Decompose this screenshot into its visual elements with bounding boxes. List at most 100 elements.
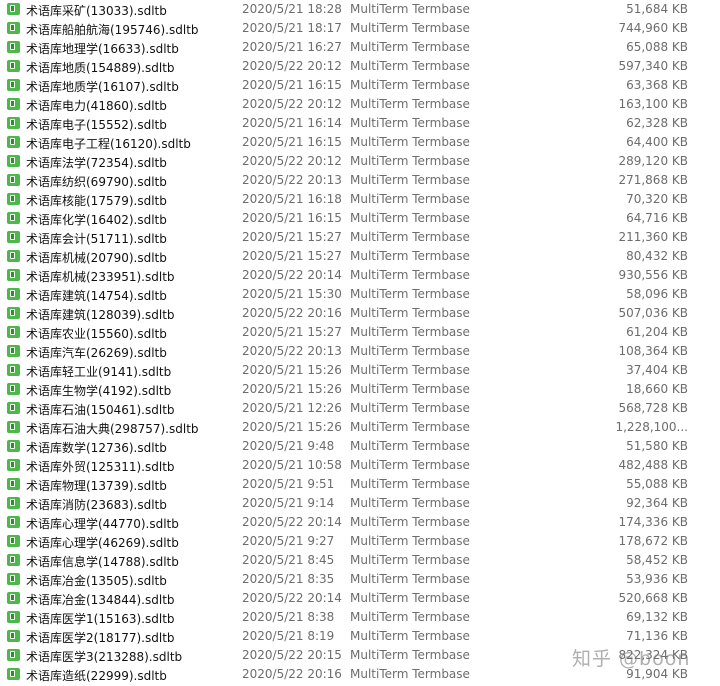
file-size: 55,088 KB	[626, 477, 688, 491]
file-size: 18,660 KB	[626, 382, 688, 396]
file-size: 80,432 KB	[626, 249, 688, 263]
file-row[interactable]: 术语库数学(12736).sdltb 2020/5/21 9:48 MultiTer…	[0, 437, 720, 456]
file-size: 64,400 KB	[626, 135, 688, 149]
file-name: 术语库电力(41860).sdltb	[26, 99, 167, 113]
file-name: 术语库电子(15552).sdltb	[26, 118, 167, 132]
file-row[interactable]: 术语库电子(15552).sdltb 2020/5/21 16:14 MultiTe…	[0, 114, 720, 133]
file-size: 568,728 KB	[618, 401, 688, 415]
file-row[interactable]: 术语库汽车(26269).sdltb 2020/5/22 20:13 MultiTe…	[0, 342, 720, 361]
file-size: 58,452 KB	[626, 553, 688, 567]
file-type: MultiTerm Termbase	[350, 420, 470, 434]
file-date-modified: 2020/5/22 20:15	[242, 648, 342, 662]
file-row[interactable]: 术语库核能(17579).sdltb 2020/5/21 16:18 MultiTe…	[0, 190, 720, 209]
termbase-file-icon	[7, 3, 20, 15]
file-type: MultiTerm Termbase	[350, 458, 470, 472]
file-row[interactable]: 术语库机械(20790).sdltb 2020/5/21 15:27 MultiTe…	[0, 247, 720, 266]
file-type: MultiTerm Termbase	[350, 40, 470, 54]
file-row[interactable]: 术语库船舶航海(195746).sdltb 2020/5/21 18:17 Mult…	[0, 19, 720, 38]
file-size: 174,336 KB	[618, 515, 688, 529]
file-type: MultiTerm Termbase	[350, 515, 470, 529]
file-type: MultiTerm Termbase	[350, 211, 470, 225]
file-date-modified: 2020/5/22 20:13	[242, 344, 342, 358]
file-row[interactable]: 术语库法学(72354).sdltb 2020/5/22 20:12 MultiTe…	[0, 152, 720, 171]
file-date-modified: 2020/5/22 20:13	[242, 173, 342, 187]
file-size: 65,088 KB	[626, 40, 688, 54]
file-type: MultiTerm Termbase	[350, 439, 470, 453]
file-row[interactable]: 术语库机械(233951).sdltb 2020/5/22 20:14 MultiT…	[0, 266, 720, 285]
file-date-modified: 2020/5/22 20:12	[242, 154, 342, 168]
file-row[interactable]: 术语库物理(13739).sdltb 2020/5/21 9:51 MultiTer…	[0, 475, 720, 494]
file-row[interactable]: 术语库冶金(13505).sdltb 2020/5/21 8:35 MultiTer…	[0, 570, 720, 589]
termbase-file-icon	[7, 440, 20, 452]
file-name: 术语库医学2(18177).sdltb	[26, 631, 175, 645]
file-name: 术语库冶金(134844).sdltb	[26, 593, 175, 607]
termbase-file-icon	[7, 345, 20, 357]
file-row[interactable]: 术语库地理学(16633).sdltb 2020/5/21 16:27 MultiT…	[0, 38, 720, 57]
file-name: 术语库信息学(14788).sdltb	[26, 555, 179, 569]
file-row[interactable]: 术语库电子工程(16120).sdltb 2020/5/21 16:15 Multi…	[0, 133, 720, 152]
file-type: MultiTerm Termbase	[350, 268, 470, 282]
file-row[interactable]: 术语库消防(23683).sdltb 2020/5/21 9:14 MultiTer…	[0, 494, 720, 513]
file-size: 53,936 KB	[626, 572, 688, 586]
file-row[interactable]: 术语库冶金(134844).sdltb 2020/5/22 20:14 MultiT…	[0, 589, 720, 608]
file-date-modified: 2020/5/21 18:17	[242, 21, 342, 35]
file-row[interactable]: 术语库石油(150461).sdltb 2020/5/21 12:26 MultiT…	[0, 399, 720, 418]
file-name: 术语库船舶航海(195746).sdltb	[26, 23, 199, 37]
file-row[interactable]: 术语库农业(15560).sdltb 2020/5/21 15:27 MultiTe…	[0, 323, 720, 342]
termbase-file-icon	[7, 136, 20, 148]
file-date-modified: 2020/5/22 20:14	[242, 591, 342, 605]
termbase-file-icon	[7, 421, 20, 433]
termbase-file-icon	[7, 193, 20, 205]
file-row[interactable]: 术语库纺织(69790).sdltb 2020/5/22 20:13 MultiTe…	[0, 171, 720, 190]
file-row[interactable]: 术语库会计(51711).sdltb 2020/5/21 15:27 MultiTe…	[0, 228, 720, 247]
file-row[interactable]: 术语库石油大典(298757).sdltb 2020/5/21 15:26 Mult…	[0, 418, 720, 437]
file-row[interactable]: 术语库采矿(13033).sdltb 2020/5/21 18:28 MultiTe…	[0, 0, 720, 19]
termbase-file-icon	[7, 554, 20, 566]
termbase-file-icon	[7, 41, 20, 53]
file-row[interactable]: 术语库建筑(14754).sdltb 2020/5/21 15:30 MultiTe…	[0, 285, 720, 304]
file-name: 术语库石油大典(298757).sdltb	[26, 422, 199, 436]
file-type: MultiTerm Termbase	[350, 249, 470, 263]
termbase-file-icon	[7, 307, 20, 319]
file-row[interactable]: 术语库地质(154889).sdltb 2020/5/22 20:12 MultiT…	[0, 57, 720, 76]
file-date-modified: 2020/5/21 15:26	[242, 420, 342, 434]
file-size: 37,404 KB	[626, 363, 688, 377]
file-name: 术语库医学3(213288).sdltb	[26, 650, 183, 664]
file-row[interactable]: 术语库外贸(125311).sdltb 2020/5/21 10:58 MultiT…	[0, 456, 720, 475]
watermark: 知乎 @boon	[572, 648, 691, 670]
file-row[interactable]: 术语库心理学(46269).sdltb 2020/5/21 9:27 MultiTe…	[0, 532, 720, 551]
file-row[interactable]: 术语库化学(16402).sdltb 2020/5/21 16:15 MultiTe…	[0, 209, 720, 228]
file-name: 术语库心理学(46269).sdltb	[26, 536, 179, 550]
file-size: 92,364 KB	[626, 496, 688, 510]
termbase-file-icon	[7, 630, 20, 642]
file-type: MultiTerm Termbase	[350, 325, 470, 339]
file-date-modified: 2020/5/21 12:26	[242, 401, 342, 415]
file-date-modified: 2020/5/22 20:12	[242, 59, 342, 73]
termbase-file-icon	[7, 383, 20, 395]
termbase-file-icon	[7, 402, 20, 414]
file-row[interactable]: 术语库电力(41860).sdltb 2020/5/22 20:12 MultiTe…	[0, 95, 720, 114]
file-type: MultiTerm Termbase	[350, 135, 470, 149]
termbase-file-icon	[7, 649, 20, 661]
file-name: 术语库冶金(13505).sdltb	[26, 574, 167, 588]
termbase-file-icon	[7, 592, 20, 604]
file-row[interactable]: 术语库医学1(15163).sdltb 2020/5/21 8:38 MultiTe…	[0, 608, 720, 627]
file-size: 51,580 KB	[626, 439, 688, 453]
file-row[interactable]: 术语库生物学(4192).sdltb 2020/5/21 15:26 MultiTe…	[0, 380, 720, 399]
file-type: MultiTerm Termbase	[350, 344, 470, 358]
file-date-modified: 2020/5/21 15:30	[242, 287, 342, 301]
file-row[interactable]: 术语库心理学(44770).sdltb 2020/5/22 20:14 MultiT…	[0, 513, 720, 532]
file-row[interactable]: 术语库建筑(128039).sdltb 2020/5/22 20:16 MultiT…	[0, 304, 720, 323]
file-row[interactable]: 术语库地质学(16107).sdltb 2020/5/21 16:15 MultiT…	[0, 76, 720, 95]
file-size: 163,100 KB	[618, 97, 688, 111]
file-name: 术语库数学(12736).sdltb	[26, 441, 167, 455]
termbase-file-icon	[7, 611, 20, 623]
file-size: 58,096 KB	[626, 287, 688, 301]
file-date-modified: 2020/5/21 9:27	[242, 534, 335, 548]
file-name: 术语库石油(150461).sdltb	[26, 403, 175, 417]
file-row[interactable]: 术语库信息学(14788).sdltb 2020/5/21 8:45 MultiTe…	[0, 551, 720, 570]
file-row[interactable]: 术语库轻工业(9141).sdltb 2020/5/21 15:26 MultiTe…	[0, 361, 720, 380]
termbase-file-icon	[7, 250, 20, 262]
file-type: MultiTerm Termbase	[350, 401, 470, 415]
file-size: 108,364 KB	[618, 344, 688, 358]
